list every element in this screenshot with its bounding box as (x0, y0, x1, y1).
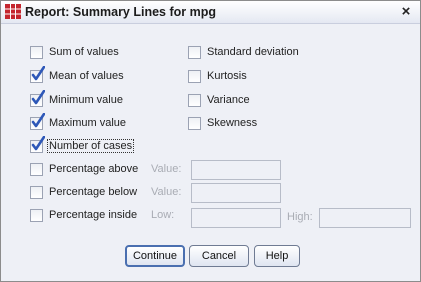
option-label: Mean of values (49, 70, 124, 82)
dialog-window: Report: Summary Lines for mpg × Sum of v… (0, 0, 421, 282)
option-standard-deviation[interactable]: Standard deviation (188, 44, 299, 60)
option-label: Minimum value (49, 94, 123, 106)
option-label: Percentage inside (49, 209, 138, 221)
option-label: Maximum value (49, 117, 127, 129)
checkbox[interactable] (30, 185, 43, 199)
continue-button[interactable]: Continue (125, 245, 185, 267)
option-skewness[interactable]: Skewness (188, 115, 257, 131)
option-label: Percentage below (49, 186, 138, 198)
checkmark-icon (31, 112, 45, 127)
percentage-inside-high-input[interactable] (319, 208, 411, 228)
title-bar: Report: Summary Lines for mpg × (1, 1, 420, 24)
checkbox[interactable] (188, 45, 201, 59)
help-button[interactable]: Help (254, 245, 300, 267)
percentage-below-value-input[interactable] (191, 183, 281, 203)
option-minimum-value[interactable]: Minimum value (30, 89, 123, 108)
high-label: High: (287, 211, 313, 223)
option-label: Standard deviation (207, 46, 299, 58)
checkbox-checked[interactable] (30, 135, 45, 153)
option-label: Variance (207, 94, 250, 106)
checkbox[interactable] (188, 69, 201, 83)
app-grid-icon (5, 4, 21, 19)
option-label: Skewness (207, 117, 258, 129)
option-maximum-value[interactable]: Maximum value (30, 112, 127, 131)
option-number-of-cases[interactable]: Number of cases (30, 135, 135, 154)
option-percentage-below[interactable]: Percentage below (30, 184, 137, 200)
checkbox-checked[interactable] (30, 89, 45, 107)
option-sum-of-values[interactable]: Sum of values (30, 44, 119, 60)
close-button[interactable]: × (398, 3, 414, 20)
dialog-title: Report: Summary Lines for mpg (25, 5, 216, 19)
low-label: Low: (151, 209, 175, 221)
checkbox[interactable] (188, 93, 201, 107)
percentage-inside-low-input[interactable] (191, 208, 281, 228)
option-label: Number of cases (47, 139, 135, 153)
checkbox-checked[interactable] (30, 65, 45, 83)
option-label: Percentage above (49, 163, 139, 175)
percentage-above-value-input[interactable] (191, 160, 281, 180)
option-percentage-above[interactable]: Percentage above (30, 161, 138, 177)
value-label: Value: (151, 163, 182, 175)
checkbox[interactable] (30, 45, 43, 59)
option-label: Kurtosis (207, 70, 247, 82)
checkbox-checked[interactable] (30, 112, 45, 130)
checkmark-icon (31, 135, 45, 150)
checkmark-icon (31, 89, 45, 104)
value-label: Value: (151, 186, 182, 198)
option-mean-of-values[interactable]: Mean of values (30, 65, 124, 84)
checkbox[interactable] (30, 208, 43, 222)
option-kurtosis[interactable]: Kurtosis (188, 68, 247, 84)
checkbox[interactable] (188, 116, 201, 130)
cancel-button[interactable]: Cancel (189, 245, 249, 267)
option-variance[interactable]: Variance (188, 92, 250, 108)
option-label: Sum of values (49, 46, 119, 58)
checkmark-icon (31, 65, 45, 80)
option-percentage-inside[interactable]: Percentage inside (30, 207, 137, 223)
checkbox[interactable] (30, 162, 43, 176)
